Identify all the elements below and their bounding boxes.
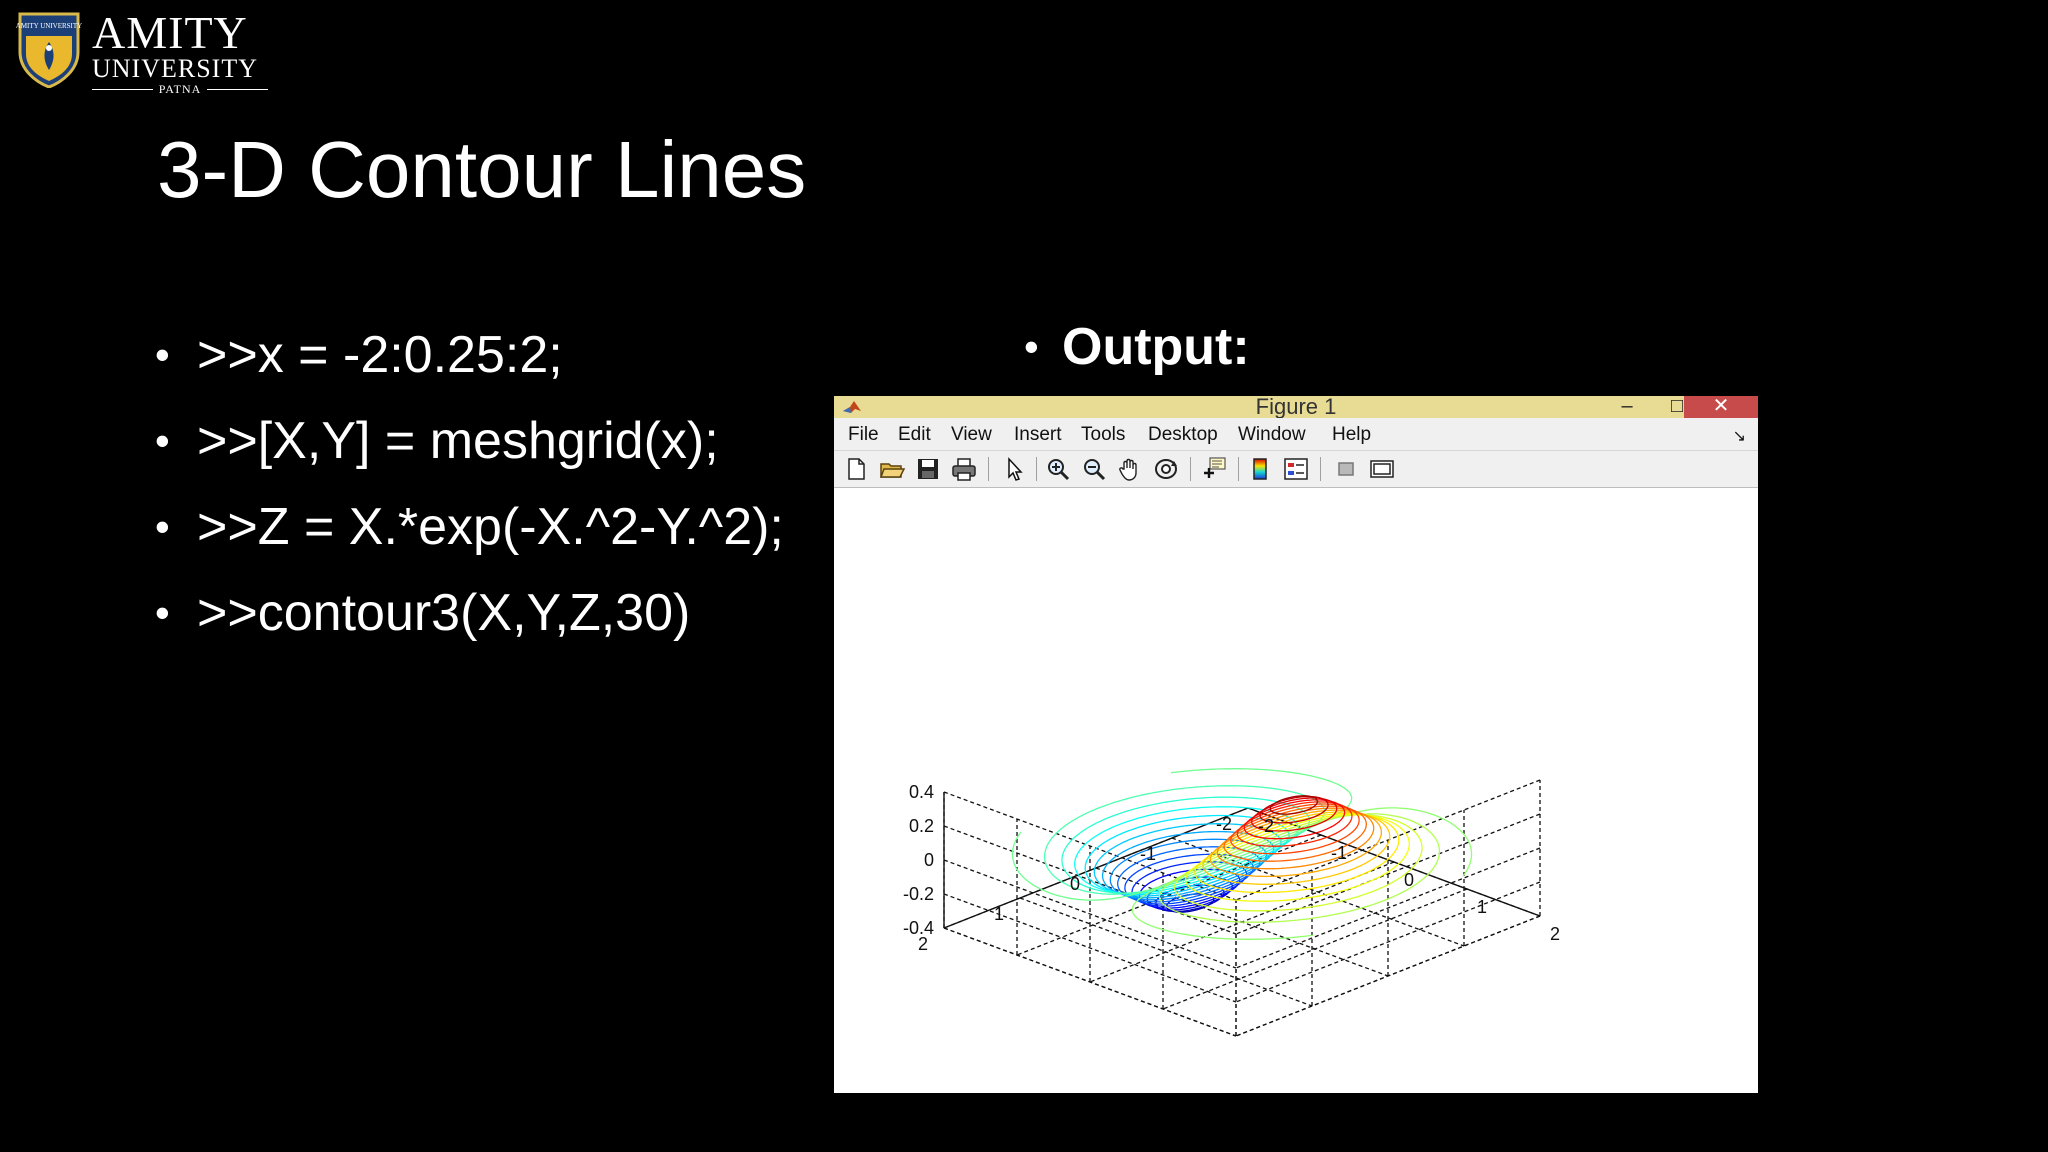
code-bullet-list: • >>x = -2:0.25:2; • >>[X,Y] = meshgrid(x)… bbox=[155, 312, 784, 656]
slide-title: 3-D Contour Lines bbox=[157, 125, 807, 214]
z-tick-label: 0 bbox=[924, 850, 934, 870]
menu-window[interactable]: Window bbox=[1238, 424, 1306, 446]
menu-view[interactable]: View bbox=[951, 424, 992, 446]
logo-subtitle: UNIVERSITY bbox=[92, 54, 258, 83]
z-tick-label: -0.2 bbox=[903, 884, 934, 904]
rotate-3d-icon[interactable] bbox=[1152, 455, 1180, 483]
bullet-icon: • bbox=[155, 331, 170, 378]
x-tick-label: 1 bbox=[1477, 897, 1487, 917]
x-tick-label: 2 bbox=[1550, 924, 1560, 944]
code-line: >>Z = X.*exp(-X.^2-Y.^2); bbox=[197, 498, 784, 556]
output-label: • Output: bbox=[1024, 312, 1250, 382]
menu-file[interactable]: File bbox=[848, 424, 879, 446]
code-bullet-item: • >>[X,Y] = meshgrid(x); bbox=[155, 398, 784, 484]
code-line: >>[X,Y] = meshgrid(x); bbox=[197, 412, 719, 470]
toolbar-separator bbox=[1238, 457, 1239, 481]
open-file-icon[interactable] bbox=[878, 455, 906, 483]
bullet-icon: • bbox=[155, 417, 170, 464]
toolbar-separator bbox=[1036, 457, 1037, 481]
print-figure-icon[interactable] bbox=[950, 455, 978, 483]
menu-insert[interactable]: Insert bbox=[1014, 424, 1062, 446]
y-tick-label: -1 bbox=[1140, 844, 1156, 864]
hide-plot-tools-icon[interactable] bbox=[1332, 455, 1360, 483]
code-bullet-item: • >>x = -2:0.25:2; bbox=[155, 312, 784, 398]
logo-campus-row: PATNA bbox=[92, 82, 269, 96]
minimize-button[interactable]: – bbox=[1602, 396, 1652, 418]
menu-tools[interactable]: Tools bbox=[1081, 424, 1125, 446]
bullet-icon: • bbox=[1024, 323, 1039, 370]
show-plot-tools-icon[interactable] bbox=[1368, 455, 1396, 483]
logo-divider bbox=[92, 88, 153, 90]
emblem-text: AMITY UNIVERSITY bbox=[16, 22, 82, 30]
menu-help[interactable]: Help bbox=[1332, 424, 1371, 446]
axes-background bbox=[834, 488, 1758, 1093]
figure-menubar: File Edit View Insert Tools Desktop Wind… bbox=[834, 418, 1758, 451]
amity-shield-icon: AMITY UNIVERSITY bbox=[16, 12, 82, 88]
code-bullet-item: • >>contour3(X,Y,Z,30) bbox=[155, 570, 784, 656]
y-tick-label: -2 bbox=[1216, 814, 1232, 834]
code-line: >>contour3(X,Y,Z,30) bbox=[197, 584, 691, 642]
close-button[interactable]: ✕ bbox=[1684, 396, 1758, 418]
edit-plot-arrow-icon[interactable] bbox=[1000, 455, 1028, 483]
code-bullet-item: • >>Z = X.*exp(-X.^2-Y.^2); bbox=[155, 484, 784, 570]
toolbar-separator bbox=[1320, 457, 1321, 481]
logo-divider bbox=[207, 88, 269, 90]
bullet-icon: • bbox=[155, 503, 170, 550]
dock-figure-icon[interactable]: ↘ bbox=[1733, 426, 1746, 446]
bullet-icon: • bbox=[155, 589, 170, 636]
toolbar-separator bbox=[1190, 457, 1191, 481]
zoom-out-icon[interactable] bbox=[1080, 455, 1108, 483]
toolbar-separator bbox=[988, 457, 989, 481]
amity-logo: AMITY UNIVERSITY AMITY UNIVERSITY PATNA bbox=[14, 7, 269, 95]
matlab-figure-window: Figure 1 – □ ✕ File Edit View Insert Too… bbox=[834, 396, 1758, 1093]
save-figure-icon[interactable] bbox=[914, 455, 942, 483]
menu-desktop[interactable]: Desktop bbox=[1148, 424, 1218, 446]
x-tick-label: -2 bbox=[1258, 816, 1274, 836]
new-figure-icon[interactable] bbox=[842, 455, 870, 483]
zoom-in-icon[interactable] bbox=[1044, 455, 1072, 483]
data-cursor-icon[interactable] bbox=[1200, 455, 1228, 483]
y-tick-label: 1 bbox=[994, 904, 1004, 924]
figure-toolbar bbox=[834, 451, 1758, 488]
insert-colorbar-icon[interactable] bbox=[1246, 455, 1274, 483]
contour3-plot[interactable]: 0.40.20-0.2-0.4-2-1012210-1-2 bbox=[834, 488, 1758, 1093]
y-tick-label: 0 bbox=[1070, 874, 1080, 894]
y-tick-label: 2 bbox=[918, 934, 928, 954]
x-tick-label: 0 bbox=[1404, 870, 1414, 890]
x-tick-label: -1 bbox=[1331, 843, 1347, 863]
menu-edit[interactable]: Edit bbox=[898, 424, 931, 446]
code-line: >>x = -2:0.25:2; bbox=[197, 326, 563, 384]
pan-hand-icon[interactable] bbox=[1116, 455, 1144, 483]
z-tick-label: 0.4 bbox=[909, 782, 934, 802]
logo-campus: PATNA bbox=[158, 82, 202, 96]
figure-titlebar[interactable]: Figure 1 – □ ✕ bbox=[834, 396, 1758, 418]
output-label-text: Output: bbox=[1062, 318, 1250, 376]
z-tick-label: 0.2 bbox=[909, 816, 934, 836]
insert-legend-icon[interactable] bbox=[1282, 455, 1310, 483]
logo-name: AMITY bbox=[92, 7, 248, 58]
